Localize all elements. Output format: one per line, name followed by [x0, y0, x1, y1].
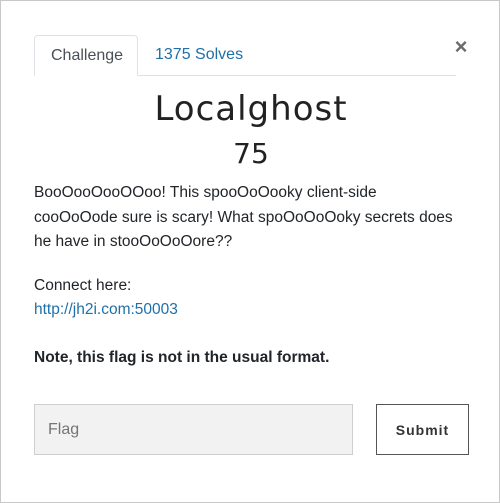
challenge-modal: Challenge 1375 Solves × Localghost 75 Bo…	[0, 0, 500, 503]
close-icon[interactable]: ×	[451, 35, 471, 59]
tab-challenge[interactable]: Challenge	[34, 35, 138, 76]
modal-tabs: Challenge 1375 Solves	[34, 35, 456, 76]
connect-label: Connect here:	[34, 277, 132, 294]
challenge-description: BooOooOooOOoo! This spooOoOooky client-s…	[34, 181, 464, 255]
tab-solves[interactable]: 1375 Solves	[139, 35, 259, 76]
challenge-title: Localghost	[154, 89, 348, 129]
challenge-points: 75	[233, 137, 269, 170]
description-text: BooOooOooOOoo! This spooOoOooky client-s…	[34, 184, 453, 250]
submit-button[interactable]: Submit	[376, 404, 469, 455]
connect-link[interactable]: http://jh2i.com:50003	[34, 301, 178, 319]
flag-input[interactable]	[34, 404, 353, 455]
flag-format-note: Note, this flag is not in the usual form…	[34, 349, 330, 366]
